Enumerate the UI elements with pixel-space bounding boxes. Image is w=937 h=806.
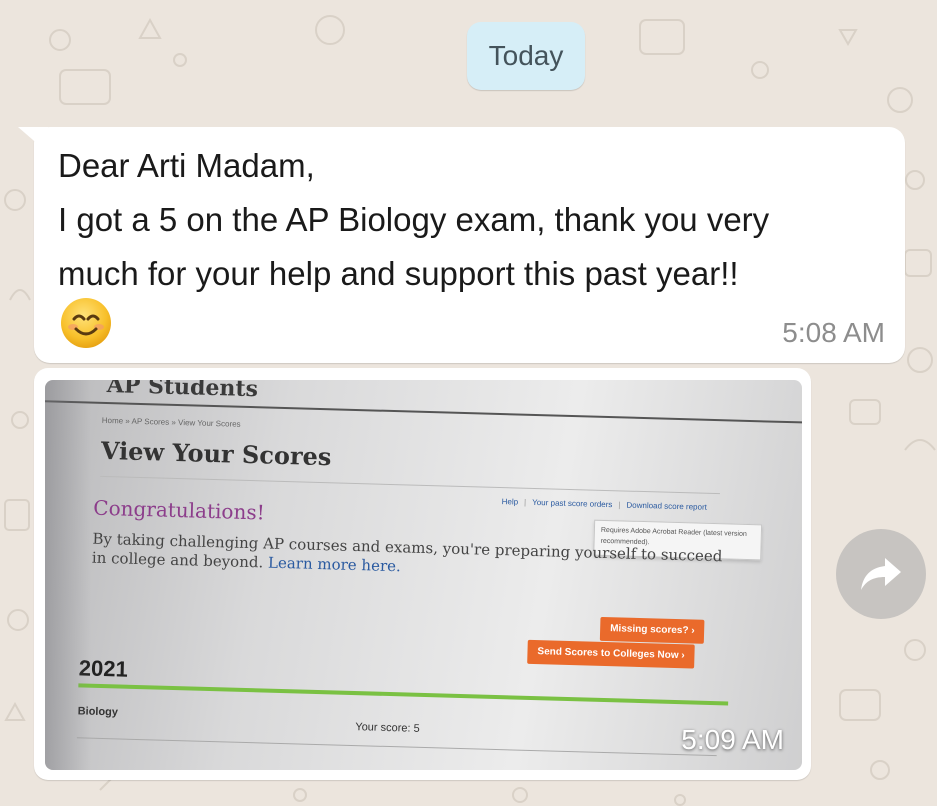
bubble-tail (18, 127, 48, 153)
missing-scores-button: Missing scores? › (599, 616, 705, 644)
photo-attachment[interactable]: AP Students Home » AP Scores » View Your… (45, 380, 802, 770)
photo-timestamp: 5:09 AM (681, 724, 784, 755)
incoming-photo-message[interactable]: AP Students Home » AP Scores » View Your… (34, 368, 811, 780)
incoming-text-message[interactable]: Dear Arti Madam, I got a 5 on the AP Bio… (18, 127, 905, 363)
download-report-link: Download score report (626, 500, 708, 512)
past-orders-link: Your past score orders (532, 497, 613, 510)
learn-more-link: Learn more here. (267, 553, 402, 576)
help-link: Help (501, 497, 519, 507)
send-scores-button: Send Scores to Colleges Now › (527, 639, 696, 669)
date-chip: Today (467, 22, 585, 90)
photographed-ap-scores-page: AP Students Home » AP Scores » View Your… (45, 380, 802, 770)
message-body: Dear Arti Madam, I got a 5 on the AP Bio… (58, 139, 885, 301)
smiling-face-emoji-icon (61, 298, 111, 348)
title-divider (100, 475, 720, 495)
page-title: View Your Scores (100, 435, 332, 472)
message-line: I got a 5 on the AP Biology exam, thank … (58, 201, 770, 238)
message-timestamp: 5:08 AM (782, 317, 885, 348)
date-chip-label: Today (488, 40, 564, 71)
forward-arrow-icon (861, 558, 901, 590)
exam-score: Your score: 5 (355, 721, 420, 735)
utility-links: Help | Your past score orders | Download sco… (501, 497, 708, 512)
message-line: much for your help and support this past… (58, 255, 739, 292)
message-line: Dear Arti Madam, (58, 147, 315, 184)
breadcrumb: Home » AP Scores » View Your Scores (101, 415, 241, 429)
congrats-heading: Congratulations! (93, 495, 266, 525)
forward-button[interactable] (836, 529, 926, 619)
ap-students-header: AP Students (106, 380, 259, 403)
score-row-divider (76, 737, 717, 757)
photo-shadow (45, 380, 91, 770)
year-accent-bar (78, 683, 729, 706)
